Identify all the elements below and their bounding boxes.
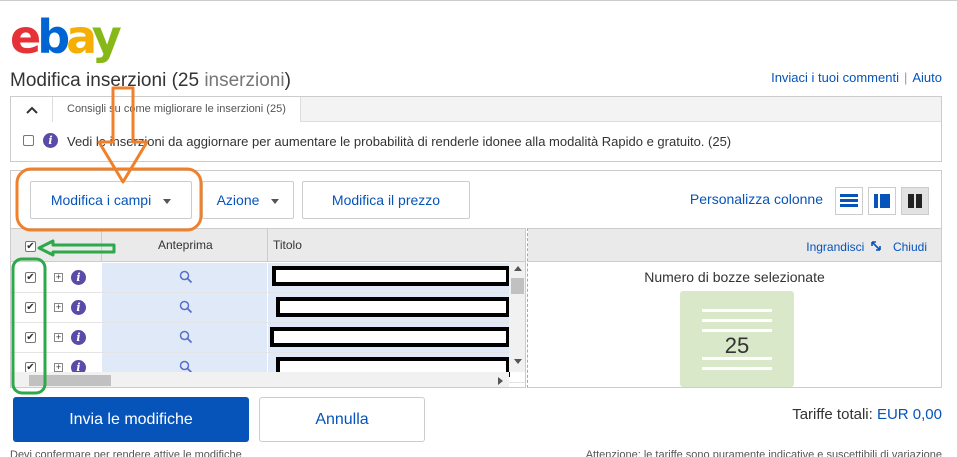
tip-message: Vedi le inserzioni da aggiornare per aum… bbox=[67, 134, 732, 149]
collapse-button[interactable] bbox=[11, 97, 53, 122]
help-link[interactable]: Aiuto bbox=[912, 70, 942, 85]
total-fees: Tariffe totali: EUR 0,00 bbox=[792, 406, 942, 423]
logo-letter-b: b bbox=[37, 10, 70, 64]
listings-grid: Anteprima Titolo + i + i + i + i bbox=[10, 228, 526, 388]
fees-label: Tariffe totali: bbox=[792, 406, 877, 423]
document-line bbox=[702, 309, 772, 312]
expand-plus-icon[interactable]: + bbox=[54, 303, 63, 312]
tips-panel-header: Consigli su come migliorare le inserzion… bbox=[11, 97, 941, 122]
magnifier-icon bbox=[179, 270, 193, 284]
vertical-scroll-thumb[interactable] bbox=[511, 278, 524, 294]
title-cell[interactable] bbox=[268, 293, 510, 322]
customize-columns-link[interactable]: Personalizza colonne bbox=[690, 191, 823, 207]
edit-fields-button[interactable]: Modifica i campi bbox=[30, 181, 192, 219]
side-panel-links: Ingrandisci Chiudi bbox=[806, 240, 927, 254]
header-separator: | bbox=[903, 70, 908, 85]
preview-cell[interactable] bbox=[102, 293, 267, 322]
logo-letter-y: y bbox=[91, 10, 122, 64]
expand-plus-icon[interactable]: + bbox=[54, 363, 63, 372]
row-checkbox[interactable] bbox=[25, 332, 36, 343]
redacted-title bbox=[272, 266, 510, 286]
caret-down-icon bbox=[163, 198, 172, 204]
expand-plus-icon[interactable]: + bbox=[54, 333, 63, 342]
view-dense-button[interactable] bbox=[835, 187, 863, 215]
table-row[interactable]: + i bbox=[11, 263, 525, 293]
tip-checkbox[interactable] bbox=[23, 135, 34, 146]
tips-panel-body: i Vedi le inserzioni da aggiornare per a… bbox=[11, 123, 941, 161]
top-border bbox=[0, 0, 957, 1]
document-line bbox=[702, 329, 772, 332]
document-line bbox=[702, 367, 772, 370]
horizontal-scroll-thumb[interactable] bbox=[29, 375, 111, 386]
page-title-count: 25 bbox=[177, 70, 200, 91]
magnifier-icon bbox=[179, 300, 193, 314]
col-header-title[interactable]: Titolo bbox=[273, 229, 302, 262]
expand-arrow-icon[interactable] bbox=[870, 240, 882, 252]
selected-drafts-card: 25 bbox=[680, 291, 794, 387]
edit-price-button[interactable]: Modifica il prezzo bbox=[302, 181, 470, 219]
select-all-checkbox[interactable] bbox=[25, 241, 36, 252]
toolbar: Modifica i campi Azione Modifica il prez… bbox=[10, 170, 942, 228]
edit-price-label: Modifica il prezzo bbox=[331, 192, 441, 208]
magnifier-icon bbox=[179, 330, 193, 344]
tips-tab[interactable]: Consigli su come migliorare le inserzion… bbox=[53, 97, 301, 122]
redacted-title bbox=[270, 327, 510, 347]
caret-down-icon bbox=[271, 198, 280, 204]
col-header-preview[interactable]: Anteprima bbox=[158, 229, 213, 262]
col-divider bbox=[267, 229, 268, 262]
confirm-note: Devi confermare per rendere attive le mo… bbox=[10, 449, 242, 457]
table-row[interactable]: + i bbox=[11, 293, 525, 323]
cancel-button[interactable]: Annulla bbox=[259, 397, 425, 442]
columns-icon bbox=[908, 194, 922, 208]
horizontal-scrollbar[interactable] bbox=[11, 372, 509, 387]
selected-drafts-count: 25 bbox=[724, 333, 750, 358]
scroll-right-icon[interactable] bbox=[497, 376, 505, 386]
submit-changes-button[interactable]: Invia le modifiche bbox=[13, 397, 249, 442]
selected-drafts-label: Numero di bozze selezionate bbox=[644, 269, 825, 285]
action-button[interactable]: Azione bbox=[202, 181, 294, 219]
info-icon[interactable]: i bbox=[71, 330, 86, 345]
logo-letter-a: a bbox=[66, 10, 96, 64]
vertical-scrollbar[interactable] bbox=[509, 262, 525, 372]
info-icon[interactable]: i bbox=[43, 133, 58, 148]
fees-disclaimer: Attenzione: le tariffe sono puramente in… bbox=[585, 449, 942, 457]
list-dense-icon bbox=[840, 194, 858, 207]
page-title-close: ) bbox=[284, 70, 291, 91]
page-title: Modifica inserzioni (25 inserzioni) bbox=[10, 70, 291, 92]
fees-value: EUR 0,00 bbox=[876, 406, 942, 423]
redacted-title bbox=[276, 297, 510, 317]
scroll-up-icon[interactable] bbox=[513, 264, 523, 272]
side-panel-header: Ingrandisci Chiudi bbox=[528, 229, 941, 262]
view-split-button[interactable] bbox=[868, 187, 896, 215]
page-title-suffix: inserzioni bbox=[199, 70, 285, 91]
document-line bbox=[702, 319, 772, 322]
page-title-prefix: Modifica inserzioni ( bbox=[10, 70, 178, 91]
expand-link[interactable]: Ingrandisci bbox=[806, 240, 864, 254]
close-link[interactable]: Chiudi bbox=[893, 240, 927, 254]
action-label: Azione bbox=[216, 192, 260, 208]
row-checkbox[interactable] bbox=[25, 302, 36, 313]
title-cell[interactable] bbox=[268, 323, 510, 352]
feedback-link[interactable]: Inviaci i tuoi commenti bbox=[771, 70, 899, 85]
header-links: Inviaci i tuoi commenti | Aiuto bbox=[771, 70, 942, 85]
view-columns-button[interactable] bbox=[901, 187, 929, 215]
info-icon[interactable]: i bbox=[71, 270, 86, 285]
col-divider bbox=[101, 229, 102, 262]
row-checkbox[interactable] bbox=[25, 272, 36, 283]
grid-header: Anteprima Titolo bbox=[11, 229, 525, 262]
selection-side-panel: Ingrandisci Chiudi Numero di bozze selez… bbox=[527, 228, 942, 388]
title-cell[interactable] bbox=[268, 263, 510, 292]
expand-plus-icon[interactable]: + bbox=[54, 273, 63, 282]
edit-fields-label: Modifica i campi bbox=[50, 192, 152, 208]
table-row[interactable]: + i bbox=[11, 323, 525, 353]
list-split-icon bbox=[874, 194, 890, 208]
ebay-logo[interactable]: ebay bbox=[10, 10, 122, 64]
logo-letter-e: e bbox=[10, 10, 41, 64]
scroll-down-icon[interactable] bbox=[513, 358, 523, 366]
chevron-up-icon bbox=[25, 106, 38, 114]
info-icon[interactable]: i bbox=[71, 300, 86, 315]
tips-panel: Consigli su come migliorare le inserzion… bbox=[10, 96, 942, 162]
preview-cell[interactable] bbox=[102, 323, 267, 352]
preview-cell[interactable] bbox=[102, 263, 267, 292]
